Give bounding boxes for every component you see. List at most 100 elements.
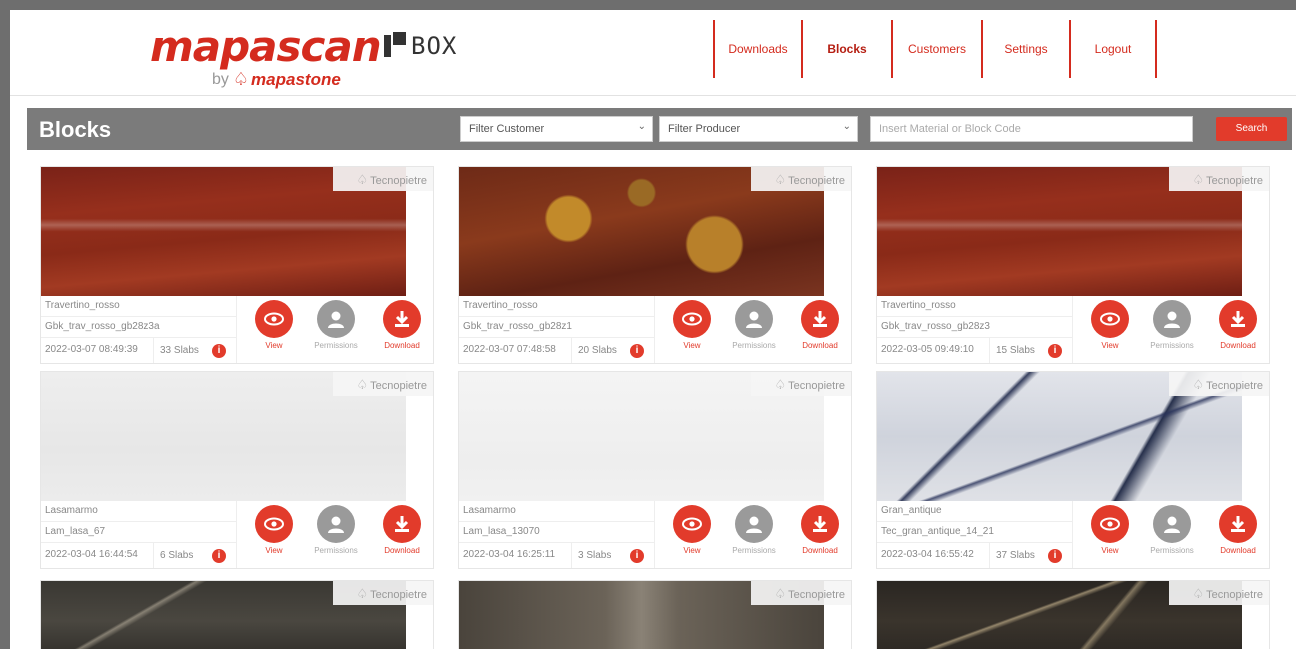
nav-logout[interactable]: Logout: [1069, 20, 1157, 78]
block-material: Travertino_rosso: [41, 296, 236, 317]
block-code: Gbk_trav_rosso_gb28z3a: [41, 317, 236, 338]
block-date: 2022-03-07 07:48:58: [459, 338, 572, 363]
nav-blocks[interactable]: Blocks: [801, 20, 891, 78]
info-icon[interactable]: i: [1048, 548, 1062, 563]
block-card-partial[interactable]: ♤ Tecnopietre: [458, 580, 852, 649]
producer-name: Tecnopietre: [1206, 589, 1263, 601]
block-date: 2022-03-04 16:44:54: [41, 543, 154, 568]
user-icon: [317, 300, 355, 338]
block-material: Lasamarmo: [41, 501, 236, 522]
download-button[interactable]: Download: [790, 505, 850, 555]
tecnopietre-logo-icon: ♤: [774, 586, 787, 601]
search-button[interactable]: Search: [1216, 117, 1287, 141]
block-card[interactable]: ♤ Tecnopietre Gran_antique Tec_gran_antique…: [876, 371, 1270, 569]
chevron-down-icon: ⌄: [637, 121, 646, 132]
download-icon: [1219, 505, 1257, 543]
view-label: View: [683, 546, 701, 555]
view-button[interactable]: View: [1080, 300, 1140, 350]
download-icon: [1219, 300, 1257, 338]
permissions-button[interactable]: Permissions: [306, 300, 366, 350]
block-card[interactable]: ♤ Tecnopietre Travertino_rosso Gbk_trav_ros…: [40, 166, 434, 364]
block-slab-count: 15 Slabs: [996, 344, 1035, 356]
view-button[interactable]: View: [244, 505, 304, 555]
logo-wordmark: mapascan: [150, 22, 382, 71]
producer-badge: ♤ Tecnopietre: [333, 167, 433, 191]
permissions-label: Permissions: [1150, 341, 1194, 350]
logo-bar-icon: [384, 35, 391, 57]
permissions-button[interactable]: Permissions: [724, 300, 784, 350]
download-button[interactable]: Download: [790, 300, 850, 350]
filter-producer-select[interactable]: Filter Producer ⌄: [659, 116, 858, 142]
block-code: Gbk_trav_rosso_gb28z3: [877, 317, 1072, 338]
main-nav: Downloads Blocks Customers Settings Logo…: [713, 20, 1157, 78]
download-button[interactable]: Download: [372, 300, 432, 350]
producer-name: Tecnopietre: [1206, 175, 1263, 187]
view-label: View: [683, 341, 701, 350]
block-card-partial[interactable]: ♤ Tecnopietre: [40, 580, 434, 649]
view-button[interactable]: View: [662, 300, 722, 350]
download-label: Download: [802, 341, 838, 350]
info-icon[interactable]: i: [630, 548, 644, 563]
block-card[interactable]: ♤ Tecnopietre Travertino_rosso Gbk_trav_ros…: [458, 166, 852, 364]
download-label: Download: [802, 546, 838, 555]
filter-customer-select[interactable]: Filter Customer ⌄: [460, 116, 653, 142]
producer-name: Tecnopietre: [788, 589, 845, 601]
nav-downloads[interactable]: Downloads: [713, 20, 801, 78]
block-card-partial[interactable]: ♤ Tecnopietre: [876, 580, 1270, 649]
block-date: 2022-03-04 16:25:11: [459, 543, 572, 568]
download-label: Download: [384, 341, 420, 350]
producer-name: Tecnopietre: [370, 589, 427, 601]
view-button[interactable]: View: [1080, 505, 1140, 555]
block-meta: 2022-03-04 16:44:54 6 Slabs i: [41, 543, 236, 568]
producer-badge: ♤ Tecnopietre: [1169, 167, 1269, 191]
permissions-button[interactable]: Permissions: [1142, 505, 1202, 555]
permissions-label: Permissions: [314, 546, 358, 555]
block-actions: View Permissions Download: [1074, 298, 1269, 363]
info-icon[interactable]: i: [212, 343, 226, 358]
download-button[interactable]: Download: [1208, 300, 1268, 350]
producer-name: Tecnopietre: [1206, 380, 1263, 392]
block-slab-count: 3 Slabs: [578, 549, 612, 561]
block-code: Lam_lasa_13070: [459, 522, 654, 543]
info-icon[interactable]: i: [630, 343, 644, 358]
chevron-down-icon: ⌄: [842, 121, 851, 132]
download-button[interactable]: Download: [1208, 505, 1268, 555]
producer-badge: ♤ Tecnopietre: [1169, 581, 1269, 605]
block-card[interactable]: ♤ Tecnopietre Lasamarmo Lam_lasa_13070 2022-…: [458, 371, 852, 569]
block-actions: View Permissions Download: [656, 298, 851, 363]
user-icon: [317, 505, 355, 543]
view-label: View: [1101, 341, 1119, 350]
view-button[interactable]: View: [662, 505, 722, 555]
permissions-button[interactable]: Permissions: [724, 505, 784, 555]
block-card[interactable]: ♤ Tecnopietre Travertino_rosso Gbk_trav_ros…: [876, 166, 1270, 364]
tecnopietre-logo-icon: ♤: [356, 377, 369, 392]
logo-by-text: by: [212, 70, 229, 88]
download-button[interactable]: Download: [372, 505, 432, 555]
producer-name: Tecnopietre: [370, 175, 427, 187]
permissions-label: Permissions: [314, 341, 358, 350]
nav-customers[interactable]: Customers: [891, 20, 981, 78]
eye-icon: [1091, 505, 1129, 543]
tecnopietre-logo-icon: ♤: [356, 172, 369, 187]
block-card[interactable]: ♤ Tecnopietre Lasamarmo Lam_lasa_67 2022-03-…: [40, 371, 434, 569]
view-button[interactable]: View: [244, 300, 304, 350]
block-material: Lasamarmo: [459, 501, 654, 522]
filter-customer-value: Filter Customer: [469, 123, 545, 135]
mapascan-box-logo[interactable]: mapascan BOX by ♤ mapastone: [150, 22, 470, 92]
app-window: mapascan BOX by ♤ mapastone Downloads Bl…: [10, 10, 1296, 649]
block-actions: View Permissions Download: [238, 298, 433, 363]
info-icon[interactable]: i: [212, 548, 226, 563]
block-actions: View Permissions Download: [656, 503, 851, 568]
download-icon: [801, 300, 839, 338]
permissions-button[interactable]: Permissions: [306, 505, 366, 555]
permissions-button[interactable]: Permissions: [1142, 300, 1202, 350]
filter-producer-value: Filter Producer: [668, 123, 741, 135]
block-info: Travertino_rosso Gbk_trav_rosso_gb28z1 202…: [459, 296, 655, 363]
search-input[interactable]: Insert Material or Block Code: [870, 116, 1193, 142]
nav-settings[interactable]: Settings: [981, 20, 1069, 78]
block-date: 2022-03-04 16:55:42: [877, 543, 990, 568]
block-meta: 2022-03-07 08:49:39 33 Slabs i: [41, 338, 236, 363]
page-title: Blocks: [39, 117, 112, 142]
download-label: Download: [1220, 546, 1256, 555]
info-icon[interactable]: i: [1048, 343, 1062, 358]
